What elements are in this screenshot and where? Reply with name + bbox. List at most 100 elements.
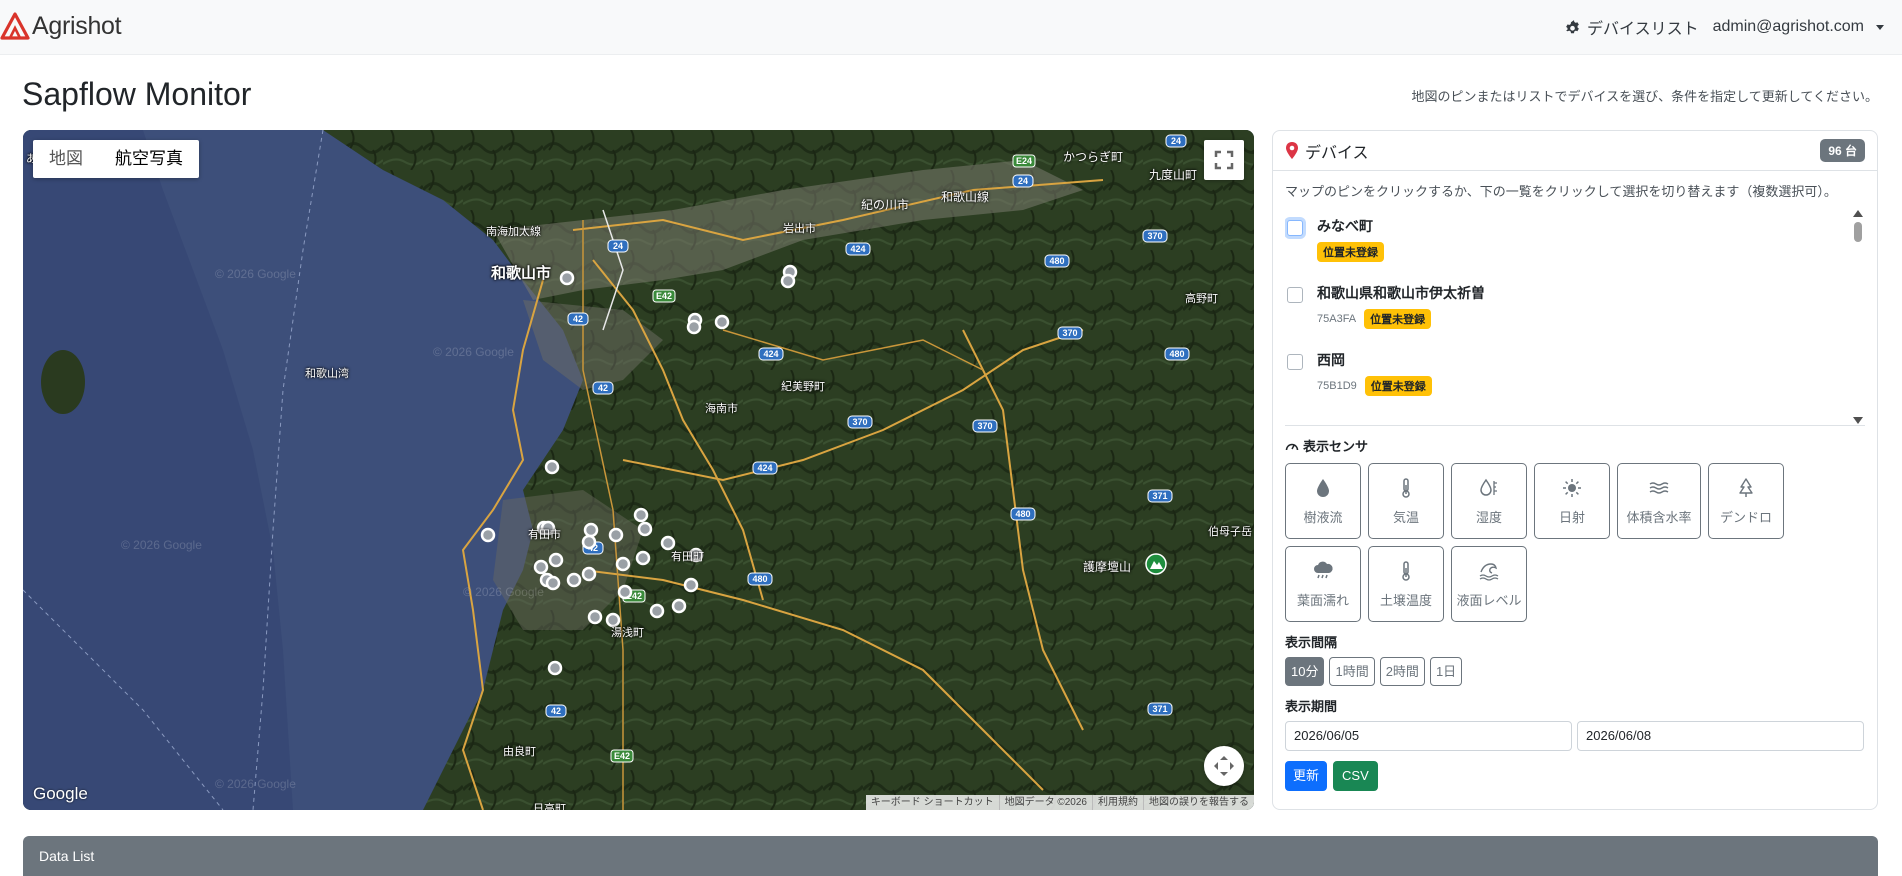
interval-group: 10分 1時間 2時間 1日 bbox=[1273, 651, 1877, 686]
map-watermark: © 2026 Google bbox=[463, 585, 544, 599]
sensor-humidity-button[interactable]: 湿度 bbox=[1451, 463, 1527, 539]
svg-text:370: 370 bbox=[1062, 328, 1077, 338]
svg-text:E42: E42 bbox=[614, 751, 630, 761]
interval-title: 表示間隔 bbox=[1285, 635, 1338, 650]
device-panel-hint: マップのピンをクリックするか、下の一覧をクリックして選択を切り替えます（複数選択… bbox=[1285, 184, 1837, 199]
svg-text:424: 424 bbox=[763, 349, 778, 359]
scroll-thumb[interactable] bbox=[1854, 222, 1862, 242]
svg-text:480: 480 bbox=[1015, 509, 1030, 519]
device-item[interactable]: みなべ町 位置未登録 bbox=[1285, 208, 1865, 275]
device-list-scrollbar[interactable] bbox=[1851, 208, 1865, 425]
caret-down-icon bbox=[1876, 24, 1884, 30]
cloud-rain-icon bbox=[1314, 561, 1333, 578]
sensor-soil-temp-button[interactable]: 土壌温度 bbox=[1368, 546, 1444, 622]
device-list-label: デバイスリスト bbox=[1587, 21, 1699, 38]
device-checkbox[interactable] bbox=[1287, 287, 1303, 303]
map-pin-icon bbox=[1286, 142, 1298, 159]
place-arida: 有田市 bbox=[528, 529, 561, 541]
sensor-liquid-level-button[interactable]: 液面レベル bbox=[1451, 546, 1527, 622]
page-hint: 地図のピンまたはリストでデバイスを選び、条件を指定して更新してください。 bbox=[1411, 89, 1878, 104]
svg-text:480: 480 bbox=[1169, 349, 1184, 359]
sensor-leaf-wetness-button[interactable]: 葉面濡れ bbox=[1285, 546, 1361, 622]
map-data-label: 地図データ ©2026 bbox=[998, 795, 1092, 810]
sensor-air-temp-button[interactable]: 気温 bbox=[1368, 463, 1444, 539]
user-menu[interactable]: admin@agrishot.com bbox=[1713, 18, 1884, 36]
sensor-label: 葉面濡れ bbox=[1296, 592, 1349, 608]
place-yuasa: 湯浅町 bbox=[611, 627, 644, 639]
place-arida-cho: 有田町 bbox=[671, 551, 704, 563]
device-name: みなべ町 bbox=[1317, 218, 1373, 234]
device-panel-header: デバイス 96 台 bbox=[1273, 131, 1877, 171]
svg-text:370: 370 bbox=[1147, 231, 1162, 241]
camera-control-button[interactable] bbox=[1204, 746, 1244, 786]
water-wave-icon bbox=[1649, 481, 1669, 494]
scroll-up-arrow-icon[interactable] bbox=[1853, 210, 1863, 217]
map[interactable]: 24 42 42 424 424 424 480 370 370 480 370… bbox=[23, 130, 1254, 810]
place-yura: 由良町 bbox=[503, 746, 536, 758]
place-nankai: 南海加太線 bbox=[486, 226, 541, 238]
place-koya: 高野町 bbox=[1185, 293, 1218, 305]
sensor-grid: 樹液流 気温 湿度 日射 体積含水率 デンドロ 葉面濡れ 土壌温度 液面レベル bbox=[1273, 455, 1833, 622]
fullscreen-button[interactable] bbox=[1204, 140, 1244, 180]
interval-10min-button[interactable]: 10分 bbox=[1285, 657, 1325, 686]
brand-name: Agrishot bbox=[32, 11, 122, 40]
tree-icon bbox=[1739, 477, 1753, 497]
svg-text:371: 371 bbox=[1152, 704, 1167, 714]
droplet-icon bbox=[1317, 478, 1329, 497]
svg-text:E42: E42 bbox=[656, 291, 672, 301]
csv-button[interactable]: CSV bbox=[1333, 761, 1378, 791]
period-title: 表示期間 bbox=[1285, 699, 1338, 714]
place-ibo: 伯母子岳 bbox=[1208, 526, 1252, 538]
sensor-label: 樹液流 bbox=[1303, 509, 1343, 525]
update-button[interactable]: 更新 bbox=[1285, 761, 1328, 791]
device-list[interactable]: みなべ町 位置未登録 和歌山県和歌山市伊太祈曽 75A3FA 位置未登録 西岡 bbox=[1285, 208, 1865, 426]
fullscreen-icon bbox=[1214, 150, 1234, 170]
device-checkbox[interactable] bbox=[1287, 354, 1303, 370]
terms-link[interactable]: 利用規約 bbox=[1092, 795, 1143, 810]
svg-text:424: 424 bbox=[850, 244, 865, 254]
interval-1d-button[interactable]: 1日 bbox=[1429, 657, 1463, 686]
place-katsuragi: かつらぎ町 bbox=[1063, 150, 1124, 164]
device-list-link[interactable]: デバイスリスト bbox=[1564, 15, 1699, 39]
device-status-badge: 位置未登録 bbox=[1364, 309, 1432, 329]
end-date-input[interactable]: 2026/06/08 bbox=[1577, 721, 1864, 751]
google-logo: Google bbox=[33, 784, 88, 803]
sensor-label: 体積含水率 bbox=[1626, 509, 1692, 525]
sensor-label: 湿度 bbox=[1475, 509, 1502, 525]
place-wakayama-city: 和歌山市 bbox=[491, 265, 552, 282]
action-row: 更新 CSV bbox=[1273, 751, 1877, 791]
interval-2h-button[interactable]: 2時間 bbox=[1379, 657, 1425, 686]
device-panel-title: デバイス bbox=[1305, 144, 1369, 162]
brand[interactable]: Agrishot bbox=[0, 11, 122, 40]
interval-1h-button[interactable]: 1時間 bbox=[1329, 657, 1375, 686]
sensor-label: 日射 bbox=[1558, 509, 1585, 525]
keyboard-shortcuts-link[interactable]: キーボード ショートカット bbox=[866, 795, 999, 810]
scroll-down-arrow-icon[interactable] bbox=[1853, 417, 1863, 424]
sensor-dendro-button[interactable]: デンドロ bbox=[1708, 463, 1784, 539]
map-type-satellite-button[interactable]: 航空写真 bbox=[99, 140, 199, 178]
report-error-link[interactable]: 地図の誤りを報告する bbox=[1143, 795, 1254, 810]
svg-text:24: 24 bbox=[613, 241, 623, 251]
sensor-sapflow-button[interactable]: 樹液流 bbox=[1285, 463, 1361, 539]
device-name: 西岡 bbox=[1317, 352, 1345, 368]
humidity-icon bbox=[1480, 478, 1497, 496]
device-item[interactable]: 和歌山県和歌山市伊太祈曽 75A3FA 位置未登録 bbox=[1285, 275, 1865, 342]
map-type-roadmap-button[interactable]: 地図 bbox=[33, 140, 99, 178]
svg-text:480: 480 bbox=[1049, 256, 1064, 266]
device-checkbox[interactable] bbox=[1287, 220, 1303, 236]
device-count-badge: 96 台 bbox=[1820, 139, 1865, 162]
place-gomadan: 護摩壇山 bbox=[1083, 560, 1132, 574]
tsunami-icon bbox=[1479, 562, 1499, 581]
map-watermark: © 2026 Google bbox=[215, 267, 296, 281]
place-hidaka: 日高町 bbox=[533, 803, 566, 810]
sensor-label: 土壌温度 bbox=[1379, 592, 1432, 608]
svg-text:24: 24 bbox=[1018, 176, 1028, 186]
device-item[interactable]: 西岡 75B1D9 位置未登録 bbox=[1285, 342, 1865, 409]
device-status-badge: 位置未登録 bbox=[1317, 242, 1384, 262]
sensor-solar-button[interactable]: 日射 bbox=[1534, 463, 1610, 539]
svg-text:24: 24 bbox=[1171, 136, 1181, 146]
start-date-input[interactable]: 2026/06/05 bbox=[1285, 721, 1572, 751]
sensor-vwc-button[interactable]: 体積含水率 bbox=[1617, 463, 1701, 539]
place-kimino: 紀美野町 bbox=[781, 381, 825, 393]
place-wakayama-line: 和歌山線 bbox=[941, 190, 990, 204]
